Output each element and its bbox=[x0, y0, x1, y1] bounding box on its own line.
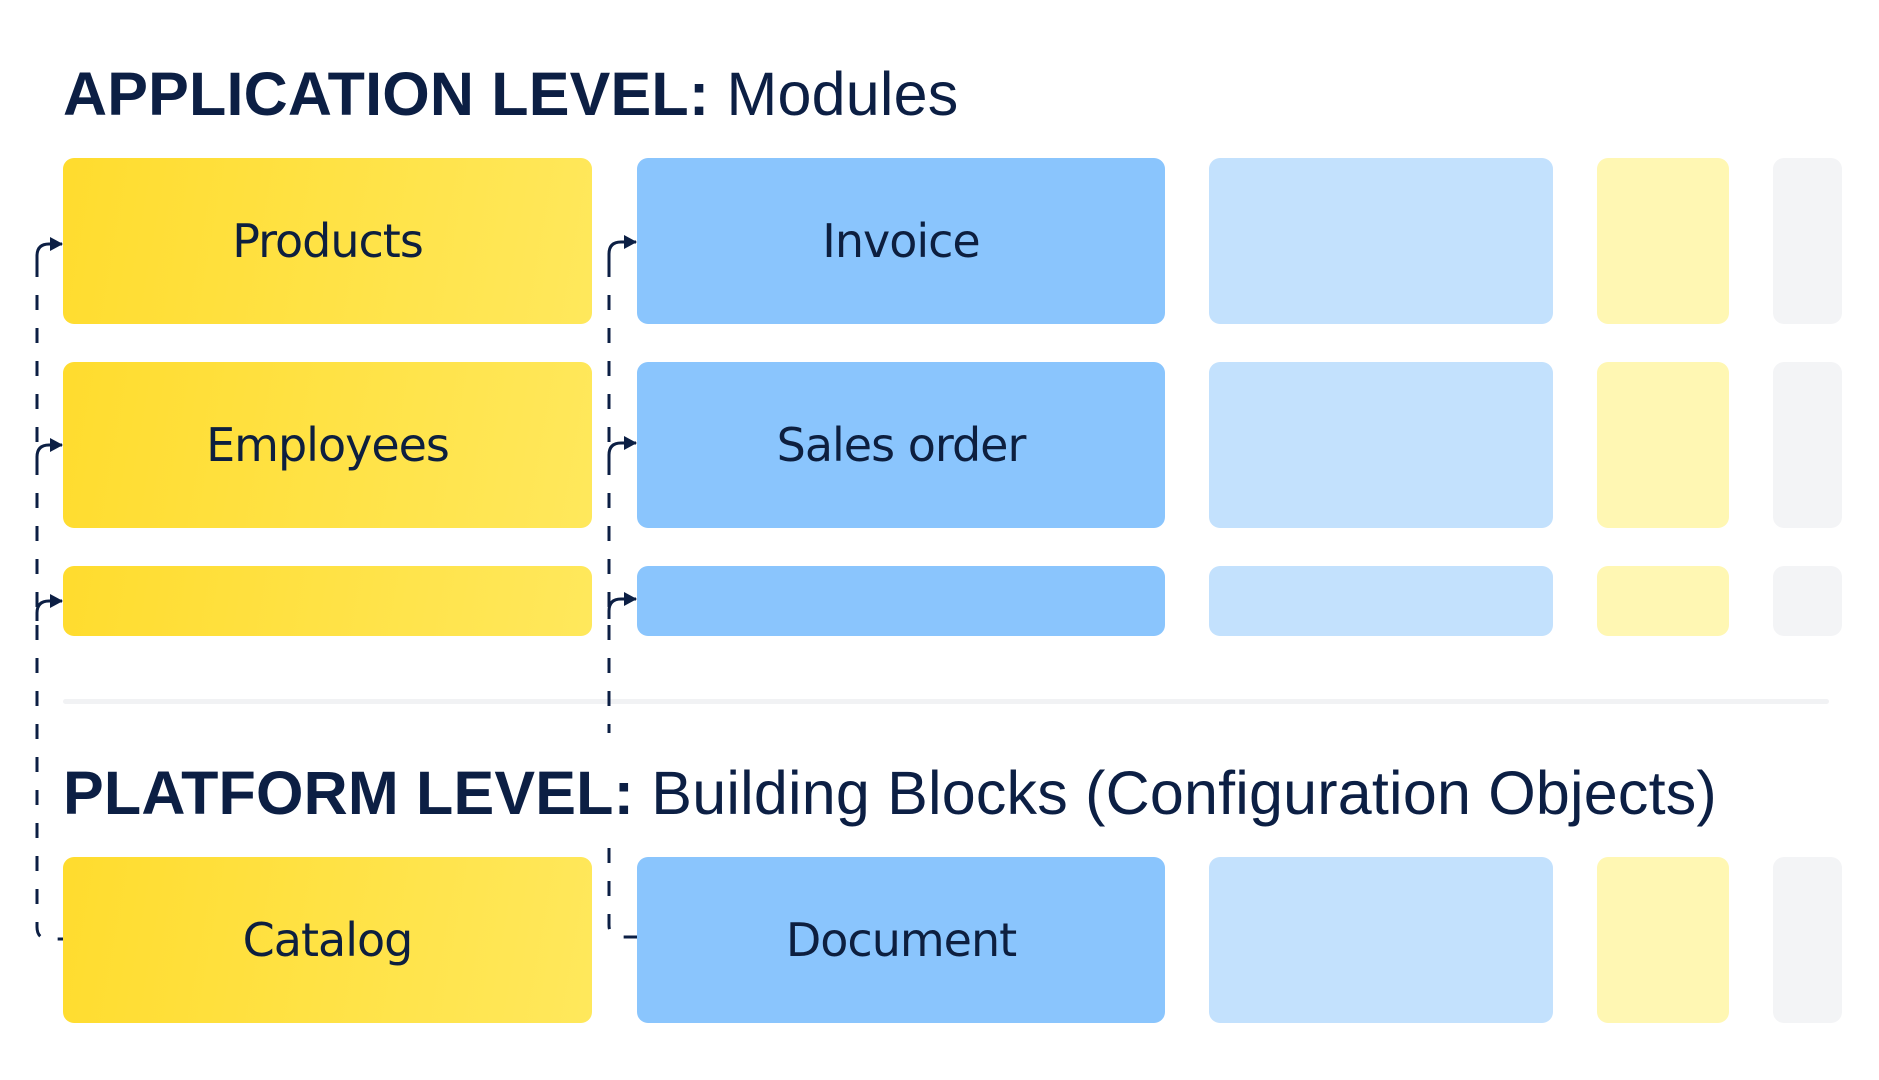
arrow-to-catalog-row3-icon bbox=[35, 594, 63, 621]
connectors bbox=[35, 235, 637, 941]
arrow-to-employees-icon bbox=[35, 438, 63, 465]
arrow-to-products-icon bbox=[35, 237, 63, 264]
document-dashed-connector-lower bbox=[607, 848, 637, 939]
arrow-to-sales-order-icon bbox=[607, 436, 637, 463]
arrow-to-document-row3-icon bbox=[607, 592, 637, 619]
arrow-to-invoice-icon bbox=[607, 235, 637, 262]
